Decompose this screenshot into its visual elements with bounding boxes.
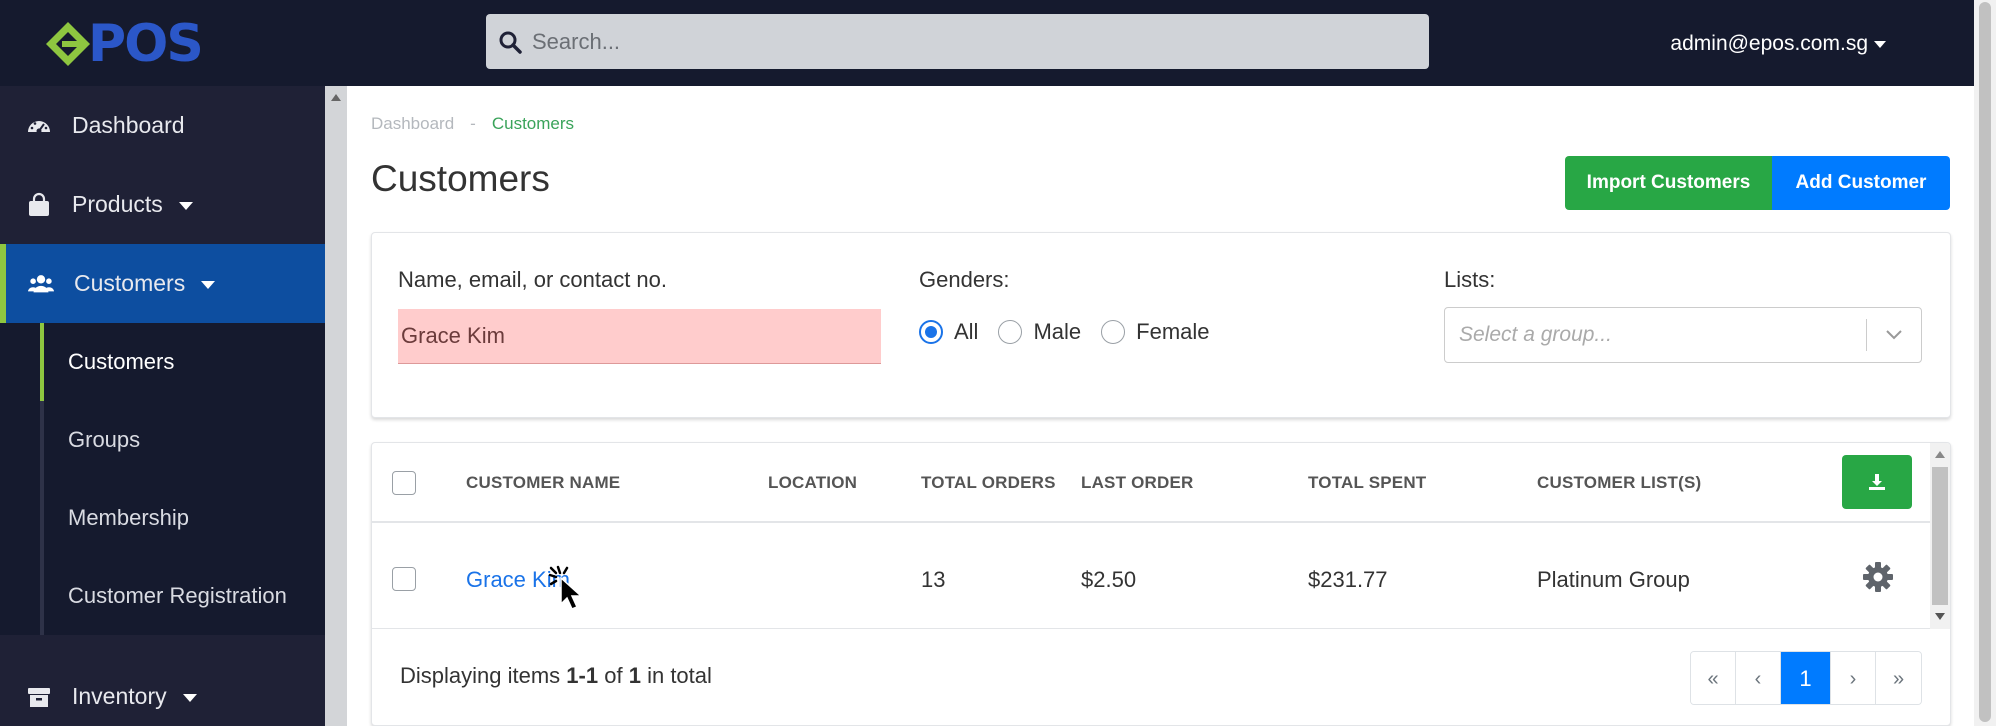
radio-label: All [954,319,979,344]
scroll-down-arrow-icon[interactable] [1935,613,1945,620]
pagination-prev-button[interactable]: ‹ [1736,652,1781,704]
add-customer-button[interactable]: Add Customer [1772,156,1950,210]
shopping-bag-icon [26,192,52,218]
pagination: « ‹ 1 › » [1690,651,1922,705]
customer-last-order: $2.50 [1081,567,1137,592]
main-content: Dashboard - Customers Customers Import Cus… [347,86,1974,726]
customers-table: CUSTOMER NAME LOCATION TOTAL ORDERS LAST… [371,442,1951,726]
gender-radio-all[interactable]: All [919,319,978,345]
top-navbar: POS admin@epos.com.sg [0,0,1974,86]
group-select[interactable]: Select a group... [1444,307,1922,363]
search-input[interactable] [532,28,1412,55]
breadcrumb: Dashboard - Customers [371,114,574,134]
summary-total: 1 [628,663,641,688]
sidebar-item-label: Customers [74,270,186,296]
col-total-spent[interactable]: TOTAL SPENT [1308,473,1426,493]
summary-text: of [604,663,623,688]
archive-box-icon [26,684,52,710]
breadcrumb-separator: - [470,114,476,133]
epos-logo[interactable]: POS [42,14,204,74]
row-checkbox[interactable] [392,567,416,591]
table-row: Grace Kim 13 $2.50 $231.77 Platinum Grou… [372,525,1930,629]
summary-text: in total [647,663,712,688]
sidebar-item-dashboard[interactable]: Dashboard [0,86,325,165]
col-total-orders[interactable]: TOTAL ORDERS [921,473,1056,493]
summary-range: 1-1 [566,663,599,688]
name-filter-input[interactable] [398,309,881,364]
sidebar-subitem-groups[interactable]: Groups [40,401,325,479]
radio-label: Female [1136,319,1210,344]
filter-panel: Name, email, or contact no. Genders: All… [371,232,1951,418]
logo-text: POS [88,14,204,74]
scroll-up-arrow-icon[interactable] [1935,451,1945,458]
customer-total-spent: $231.77 [1308,567,1388,592]
user-email: admin@epos.com.sg [1670,32,1868,55]
sidebar-item-customers[interactable]: Customers [0,244,325,323]
group-select-placeholder: Select a group... [1459,323,1612,346]
col-customer-name[interactable]: CUSTOMER NAME [466,473,620,493]
chevron-down-icon [182,693,197,702]
table-scrollbar[interactable] [1930,443,1950,629]
sidebar-scrollbar[interactable] [325,86,347,726]
radio-label: Male [1033,319,1082,344]
pagination-last-button[interactable]: » [1876,652,1921,704]
customer-lists: Platinum Group [1537,567,1690,592]
gear-icon[interactable] [1862,561,1894,598]
scrollbar-thumb[interactable] [1932,467,1948,605]
sidebar-item-label: Dashboard [72,112,185,138]
chevron-down-icon[interactable] [1867,329,1921,341]
radio-selected-icon[interactable] [919,320,943,344]
search-bar[interactable] [486,14,1429,69]
scroll-up-arrow-icon[interactable] [331,94,341,101]
chevron-down-icon [1874,40,1886,48]
gender-radio-group: All Male Female [919,319,1230,345]
genders-label: Genders: [919,267,1010,292]
name-filter-label: Name, email, or contact no. [398,267,668,292]
col-location[interactable]: LOCATION [768,473,857,493]
table-header: CUSTOMER NAME LOCATION TOTAL ORDERS LAST… [372,443,1930,523]
sidebar-subitem-membership[interactable]: Membership [40,479,325,557]
search-icon [499,31,522,54]
customer-name-link[interactable]: Grace Kim [466,567,570,593]
gender-radio-female[interactable]: Female [1101,319,1210,345]
page-title: Customers [371,158,550,199]
scrollbar-thumb[interactable] [1979,2,1991,722]
col-last-order[interactable]: LAST ORDER [1081,473,1194,493]
dashboard-icon [26,113,52,139]
sidebar: Dashboard Products Customers Customers G… [0,86,325,726]
pagination-summary: Displaying items 1-1 of 1 in total [400,663,712,689]
gender-radio-male[interactable]: Male [998,319,1081,345]
user-menu[interactable]: admin@epos.com.sg [1670,32,1886,56]
customer-total-orders: 13 [921,567,946,592]
logo-mark-icon [46,22,90,66]
radio-unselected-icon[interactable] [1101,320,1126,344]
sidebar-subitem-customers[interactable]: Customers [40,323,325,401]
sidebar-item-label: Inventory [72,683,167,709]
sidebar-subitem-customer-registration[interactable]: Customer Registration [40,557,325,635]
chevron-down-icon [201,280,216,289]
sidebar-item-label: Products [72,191,163,217]
summary-text: Displaying items [400,663,561,688]
sidebar-item-products[interactable]: Products [0,165,325,244]
import-customers-button[interactable]: Import Customers [1565,156,1772,210]
pagination-page-1[interactable]: 1 [1781,652,1831,704]
chevron-down-icon [178,201,193,210]
breadcrumb-dashboard[interactable]: Dashboard [371,114,454,133]
select-all-checkbox[interactable] [392,471,416,495]
users-icon [28,271,54,297]
pagination-first-button[interactable]: « [1691,652,1736,704]
table-footer: Displaying items 1-1 of 1 in total « ‹ 1… [372,631,1950,725]
sidebar-item-inventory[interactable]: Inventory [0,657,325,726]
page-scrollbar[interactable] [1974,0,1996,726]
customers-submenu: Customers Groups Membership Customer Reg… [0,323,325,635]
breadcrumb-current: Customers [491,114,575,133]
pagination-next-button[interactable]: › [1831,652,1876,704]
download-icon [1869,474,1885,490]
download-button[interactable] [1842,455,1912,509]
col-customer-lists[interactable]: CUSTOMER LIST(S) [1537,473,1701,493]
radio-unselected-icon[interactable] [998,320,1023,344]
lists-label: Lists: [1444,267,1496,292]
